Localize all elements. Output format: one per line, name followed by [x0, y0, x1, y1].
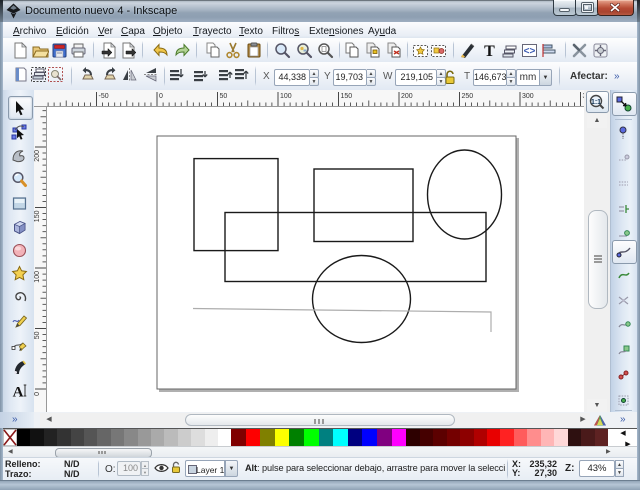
svg-text:50: 50 [34, 331, 41, 339]
svg-text:200: 200 [401, 93, 413, 100]
svg-text:<>: <> [524, 46, 536, 57]
svg-text:-50: -50 [99, 93, 109, 100]
svg-text:150: 150 [34, 210, 41, 222]
svg-text:100: 100 [34, 271, 41, 283]
svg-text:300: 300 [522, 93, 534, 100]
svg-text:200: 200 [34, 150, 41, 162]
svg-text:0: 0 [159, 93, 163, 100]
svg-text:0: 0 [34, 392, 41, 396]
svg-text:1:1: 1:1 [591, 99, 601, 106]
svg-text:100: 100 [280, 93, 292, 100]
svg-text:T: T [484, 43, 495, 59]
svg-text:50: 50 [220, 93, 228, 100]
svg-text:250: 250 [462, 93, 474, 100]
svg-text:A: A [13, 385, 24, 400]
svg-text:150: 150 [341, 93, 353, 100]
